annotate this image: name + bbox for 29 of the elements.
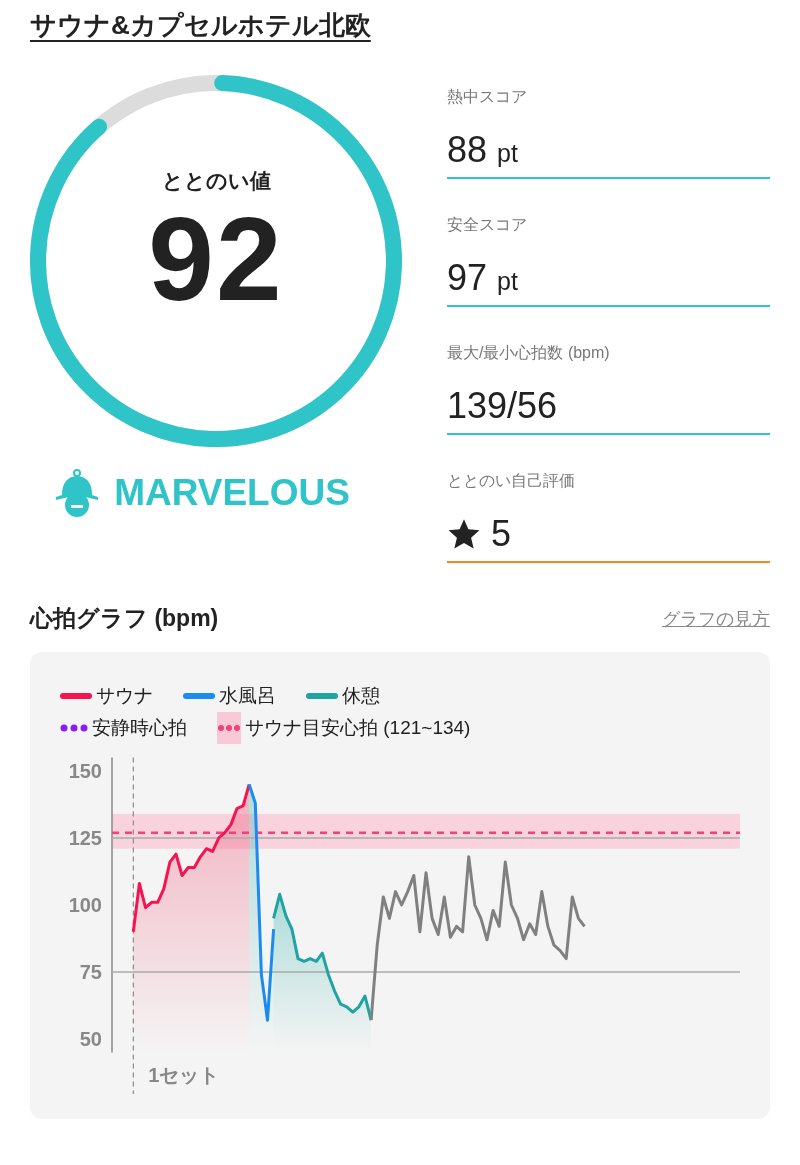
axis-tick: 75 [79,961,102,983]
stat-label: 熱中スコア [447,87,528,107]
axis-tick: 125 [68,827,102,849]
score-label: ととのい値 [161,168,271,195]
legend-label: サウナ [96,684,153,708]
stat-value: 97 [447,257,488,299]
legend-band-icon [217,712,241,744]
legend-label: 水風呂 [219,684,276,708]
stat-label: 安全スコア [447,215,528,235]
star-icon [447,517,481,551]
legend-label: サウナ目安心拍 (121~134) [245,716,471,740]
stat-value: 139/56 [447,385,558,427]
legend-label: 休憩 [342,684,380,708]
stat-label: 最大/最小心拍数 (bpm) [447,343,611,363]
rank-text: MARVELOUS [114,472,350,514]
axis-tick: 100 [68,894,102,916]
bell-mascot-icon [54,469,101,517]
section-title: 心拍グラフ (bpm) [30,604,219,633]
score-value: 92 [148,195,284,325]
page-title: サウナ&カプセルホテル北欧 [30,9,371,42]
axis-tick: 150 [68,760,102,782]
stat-value: 5 [491,513,512,555]
unit-label: pt [497,267,518,296]
unit-label: pt [497,139,518,168]
legend-label: 安静時心拍 [92,716,187,740]
stat-label: ととのい自己評価 [447,471,576,491]
axis-tick: 50 [79,1028,102,1050]
stat-value: 88 [447,129,488,171]
help-link[interactable]: グラフの見方 [662,606,770,631]
